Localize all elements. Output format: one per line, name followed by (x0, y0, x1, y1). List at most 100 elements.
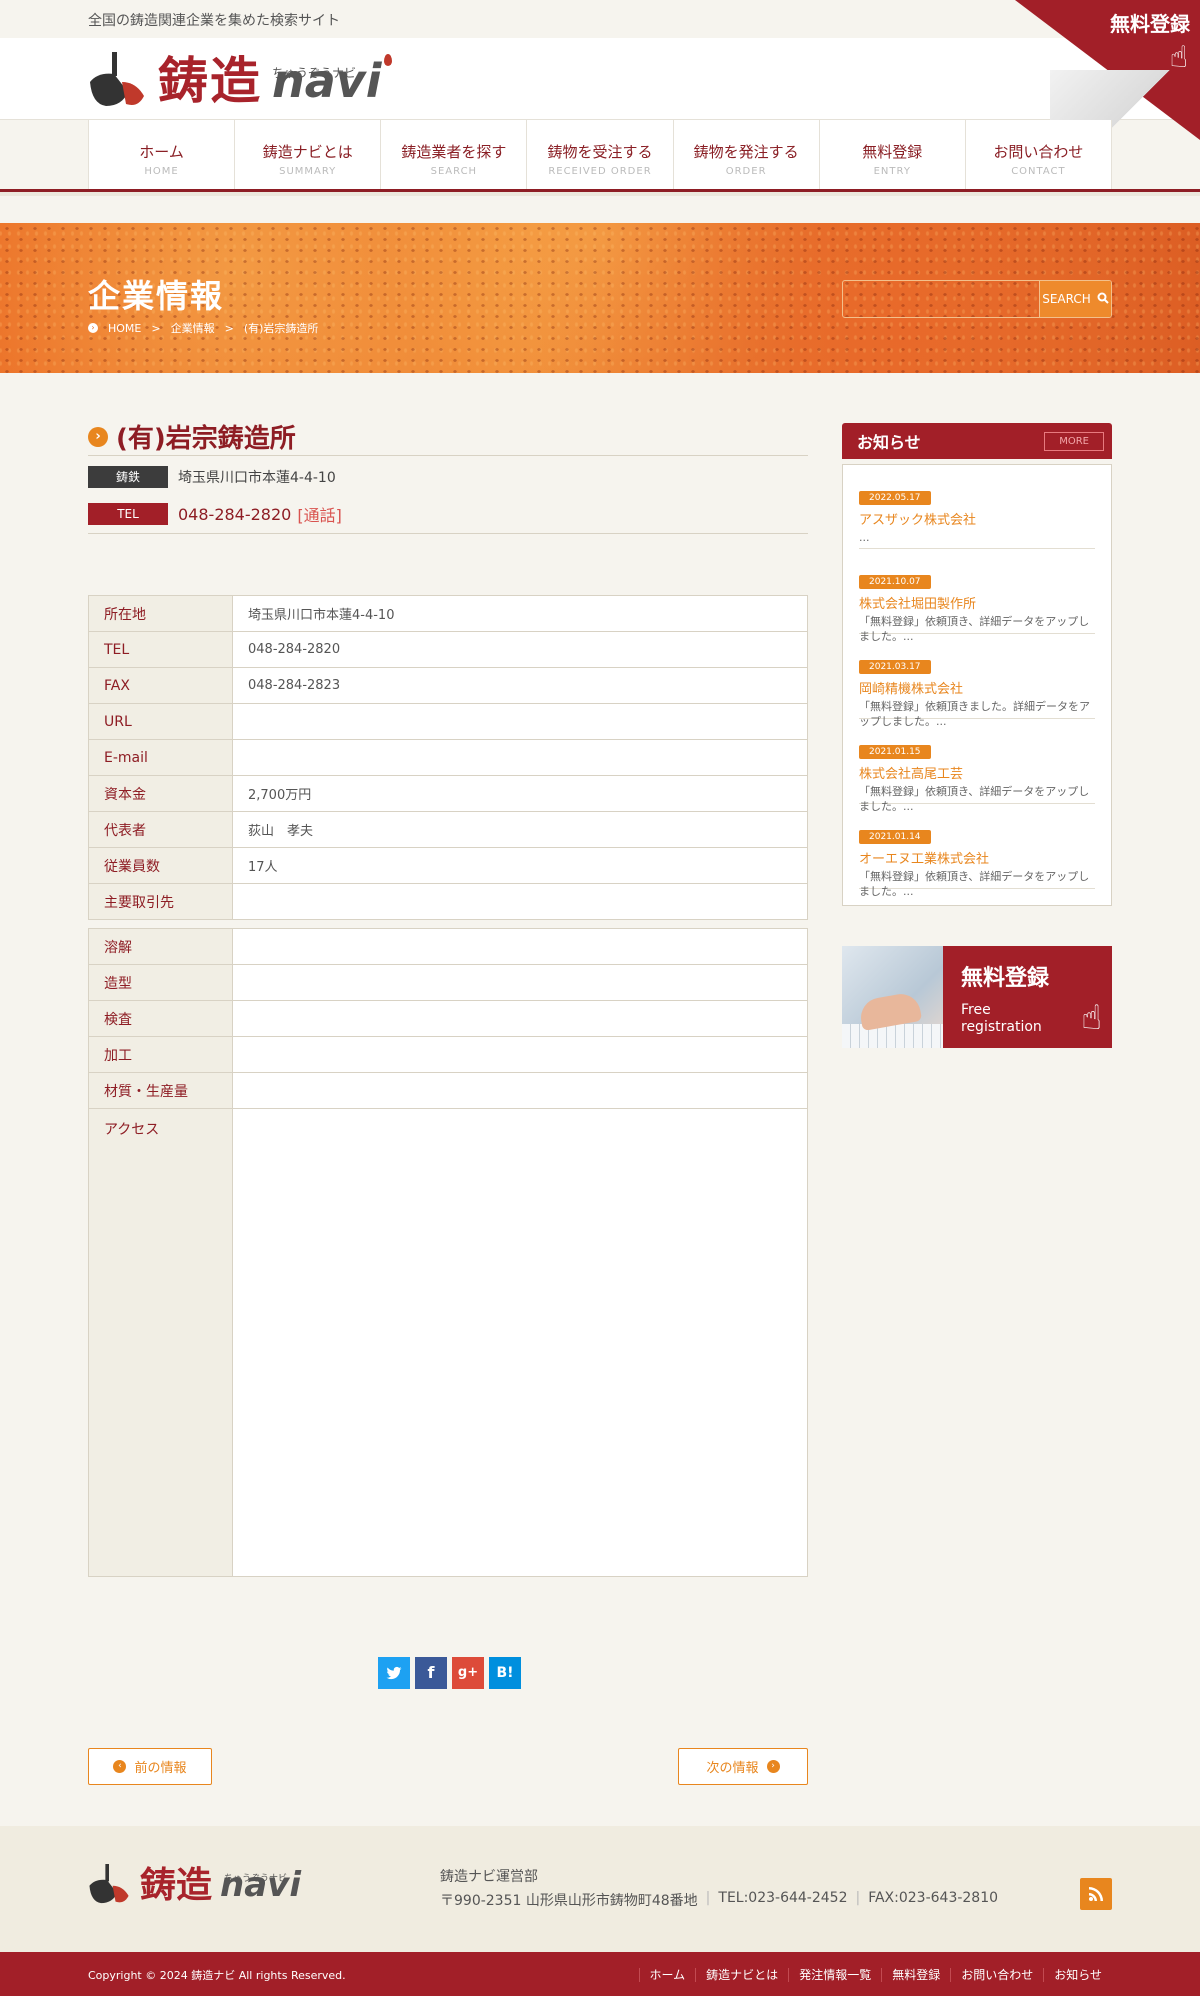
table-key: 溶解 (88, 928, 233, 965)
site-logo[interactable]: 鋳造 ちゅうぞうナビ navi (88, 46, 392, 110)
footer-separator: | (855, 1890, 861, 1906)
category-row: 鋳鉄 埼玉県川口市本蓮4-4-10 (88, 466, 808, 488)
nav-item-entry[interactable]: 無料登録 ENTRY (819, 120, 966, 190)
table-row: E-mail (88, 739, 808, 776)
search-button[interactable]: SEARCH (1039, 281, 1111, 317)
table-row: FAX 048-284-2823 (88, 667, 808, 704)
nav-item-received-order[interactable]: 鋳物を受注する RECEIVED ORDER (527, 120, 674, 190)
tel-badge: TEL (88, 503, 168, 525)
footer-logo-navi: ちゅうぞうナビ navi (220, 1864, 301, 1906)
table-value (232, 1036, 808, 1073)
table-key: FAX (88, 667, 233, 704)
table-value (232, 1000, 808, 1037)
banner-title: 無料登録 (961, 966, 1050, 991)
news-item[interactable]: 2022.05.17 アスザック株式会社 ... (859, 465, 1095, 549)
site-tagline: 全国の鋳造関連企業を集めた検索サイト (88, 13, 340, 29)
prev-label: 前の情報 (134, 1761, 187, 1776)
search-icon (1097, 292, 1109, 307)
logo-navi: ちゅうぞうナビ navi (272, 52, 392, 110)
table-key: 検査 (88, 1000, 233, 1037)
nav-label: 無料登録 (862, 143, 923, 161)
footer-logo[interactable]: 鋳造 ちゅうぞうナビ navi (88, 1860, 301, 1906)
ladle-logo-icon (88, 52, 146, 110)
table-value (232, 1072, 808, 1109)
table-key: 代表者 (88, 811, 233, 848)
company-heading: › (有)岩宗鋳造所 (88, 418, 808, 456)
nav-label: 鋳物を受注する (547, 143, 653, 161)
corner-register-ribbon[interactable]: 無料登録 ☝ (1015, 0, 1200, 140)
table-row: 資本金 2,700万円 (88, 775, 808, 812)
footer-link-news[interactable]: お知らせ (1043, 1966, 1112, 1983)
table-row: 所在地 埼玉県川口市本蓮4-4-10 (88, 595, 808, 632)
news-date: 2021.01.15 (859, 745, 931, 759)
call-link[interactable]: [通話] (297, 502, 342, 526)
footer-link-orders[interactable]: 発注情報一覧 (788, 1966, 882, 1983)
social-share: f g+ B! (378, 1657, 521, 1689)
banner-text-area: 無料登録 Free registration ☝ (943, 946, 1112, 1048)
google-plus-icon[interactable]: g+ (452, 1657, 484, 1689)
table-row: 主要取引先 (88, 883, 808, 920)
footer-link-contact[interactable]: お問い合わせ (950, 1966, 1044, 1983)
news-list: 2022.05.17 アスザック株式会社 ... 2021.10.07 株式会社… (842, 464, 1112, 906)
news-item-title: 株式会社高尾工芸 (859, 767, 964, 782)
footer-address: 〒990-2351 山形県山形市鋳物町48番地 (440, 1893, 698, 1909)
table-key: TEL (88, 631, 233, 668)
prev-button[interactable]: ‹ 前の情報 (88, 1748, 212, 1785)
table-value: 荻山 孝夫 (232, 811, 808, 848)
breadcrumb-separator: > (224, 321, 234, 335)
copyright-brand-link[interactable]: 鋳造ナビ (191, 1969, 235, 1982)
footer-org-name: 鋳造ナビ運営部 (440, 1869, 538, 1885)
footer-link-entry[interactable]: 無料登録 (881, 1966, 951, 1983)
company-tel: 048-284-2820 (178, 504, 292, 524)
news-title: お知らせ (857, 433, 921, 452)
table-key: 主要取引先 (88, 883, 233, 920)
rss-icon[interactable] (1080, 1878, 1112, 1910)
table-key: 材質・生産量 (88, 1072, 233, 1109)
hatena-bookmark-icon[interactable]: B! (489, 1657, 521, 1689)
news-more-button[interactable]: MORE (1044, 431, 1104, 451)
news-item[interactable]: 2021.03.17 岡崎精機株式会社 「無料登録」依頼頂きました。詳細データを… (859, 634, 1095, 728)
nav-item-search[interactable]: 鋳造業者を探す SEARCH (381, 120, 528, 190)
category-badge: 鋳鉄 (88, 466, 168, 488)
chevron-right-icon: › (88, 323, 98, 333)
table-value (232, 703, 808, 740)
corner-register-label: 無料登録 (1110, 12, 1190, 36)
chevron-right-icon: › (766, 1760, 780, 1773)
table-key: 従業員数 (88, 847, 233, 884)
breadcrumb-company-info[interactable]: 企業情報 (171, 320, 215, 336)
next-button[interactable]: 次の情報 › (678, 1748, 808, 1785)
footer-link-home[interactable]: ホーム (638, 1966, 696, 1983)
nav-sublabel: RECEIVED ORDER (548, 166, 652, 177)
footer-link-label: ホーム (638, 1968, 696, 1982)
breadcrumb: › HOME > 企業情報 > (有)岩宗鋳造所 (88, 320, 318, 336)
news-item-title: アスザック株式会社 (859, 513, 977, 528)
table-row: 造型 (88, 964, 808, 1001)
news-item-title: オーエヌ工業株式会社 (859, 852, 990, 867)
twitter-icon[interactable] (378, 1657, 410, 1689)
company-name: (有)岩宗鋳造所 (116, 424, 296, 454)
search-input[interactable] (843, 281, 1039, 317)
table-row: URL (88, 703, 808, 740)
table-value (232, 928, 808, 965)
breadcrumb-home[interactable]: HOME (108, 322, 141, 335)
drop-icon (383, 54, 392, 66)
news-item[interactable]: 2021.01.15 株式会社高尾工芸 「無料登録」依頼頂き、詳細データをアップ… (859, 719, 1095, 813)
nav-sublabel: ORDER (725, 166, 767, 177)
nav-item-summary[interactable]: 鋳造ナビとは SUMMARY (235, 120, 382, 190)
nav-item-order[interactable]: 鋳物を発注する ORDER (673, 120, 820, 190)
pointer-hand-icon: ☝ (1081, 998, 1102, 1038)
nav-item-contact[interactable]: お問い合わせ CONTACT (965, 120, 1112, 190)
footer-fax: FAX:023-643-2810 (868, 1890, 999, 1906)
free-registration-banner[interactable]: 無料登録 Free registration ☝ (842, 946, 1112, 1048)
table-key: 造型 (88, 964, 233, 1001)
facebook-icon[interactable]: f (415, 1657, 447, 1689)
nav-item-home[interactable]: ホーム HOME (89, 120, 236, 190)
table-row: アクセス (88, 1108, 808, 1577)
news-item[interactable]: 2021.01.14 オーエヌ工業株式会社 「無料登録」依頼頂き、詳細データをア… (859, 804, 1095, 898)
chevron-right-icon: › (88, 426, 108, 447)
footer-link-label: 鋳造ナビとは (695, 1968, 789, 1982)
nav-divider-shadow (0, 192, 1200, 196)
news-item[interactable]: 2021.10.07 株式会社堀田製作所 「無料登録」依頼頂き、詳細データをアッ… (859, 549, 1095, 643)
table-key: URL (88, 703, 233, 740)
footer-link-summary[interactable]: 鋳造ナビとは (695, 1966, 789, 1983)
